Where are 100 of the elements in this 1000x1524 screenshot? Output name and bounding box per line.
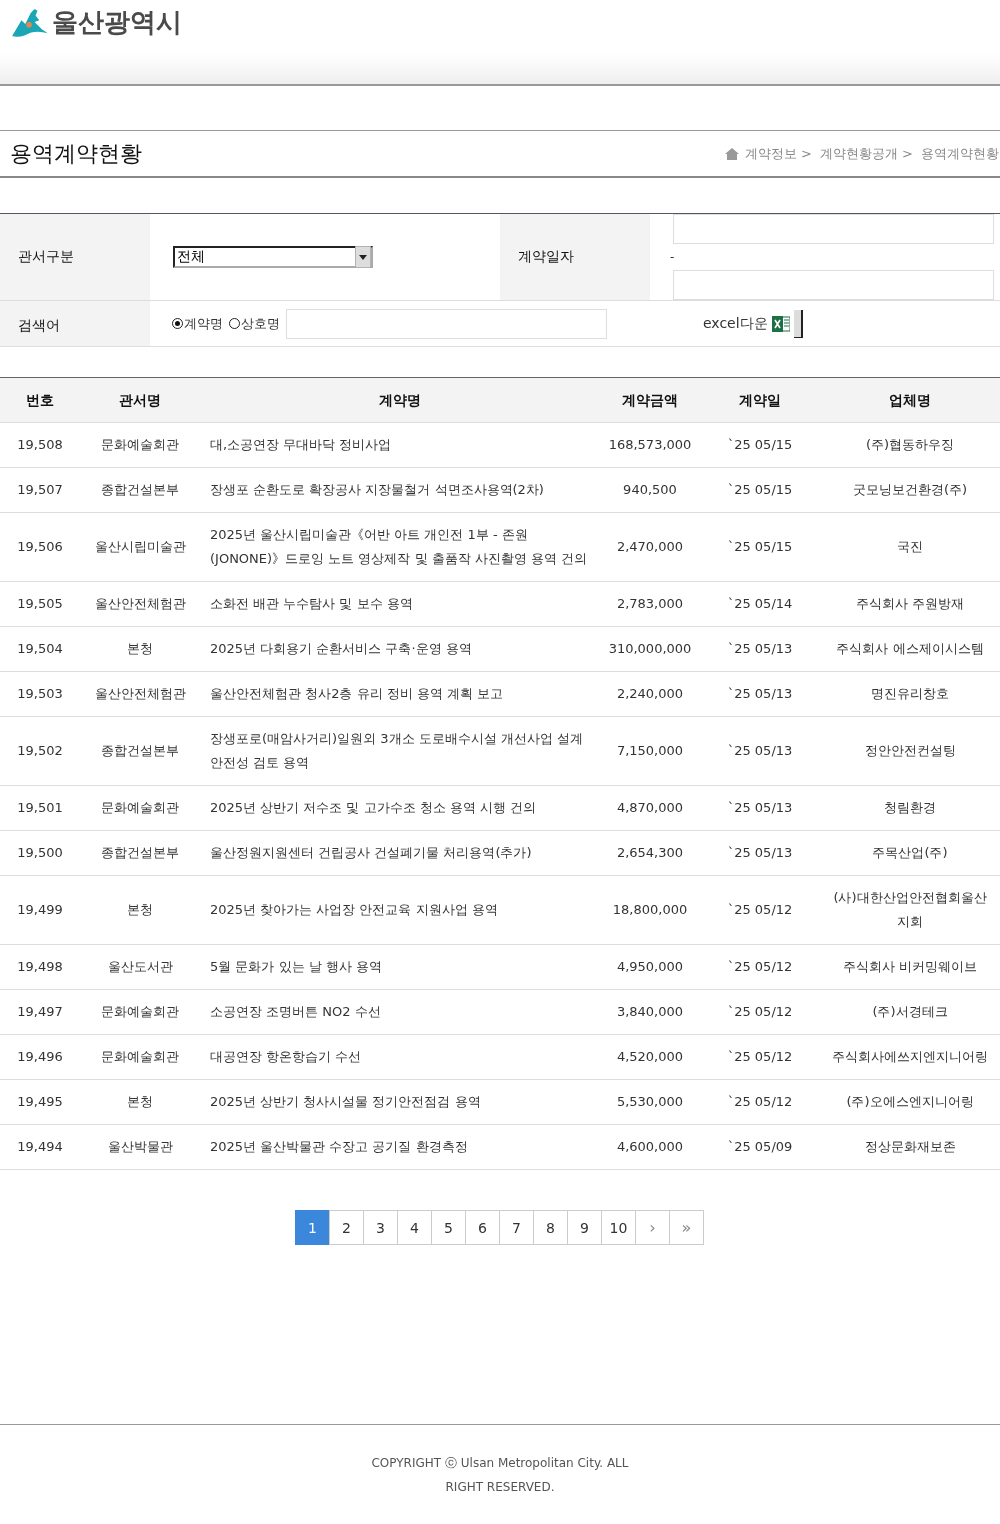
home-icon[interactable] bbox=[724, 147, 739, 160]
keyword-field[interactable] bbox=[286, 308, 607, 339]
table-cell-text: (주)협동하우징 bbox=[864, 436, 956, 454]
page-button[interactable]: 7 bbox=[499, 1210, 534, 1245]
contract-link[interactable]: 2025년 울산박물관 수장고 공기질 환경측정 bbox=[200, 1125, 600, 1169]
table-cell-text: `25 05/15 bbox=[726, 481, 794, 499]
table-cell-text: `25 05/12 bbox=[726, 958, 794, 976]
contract-link[interactable]: 울산안전체험관 청사2층 유리 정비 용역 계획 보고 bbox=[200, 672, 600, 716]
table-cell-text: 문화예술회관 bbox=[100, 1048, 180, 1066]
table-cell-text: 4,950,000 bbox=[615, 958, 685, 976]
start-date-field[interactable] bbox=[673, 214, 994, 244]
table-cell-text: 19,501 bbox=[16, 799, 64, 817]
page-button[interactable]: 10 bbox=[601, 1210, 636, 1245]
table-cell-text: 주식회사 비커밍웨이브 bbox=[841, 958, 979, 976]
table-cell-text: 19,503 bbox=[16, 685, 64, 703]
table-cell-text: 19,496 bbox=[16, 1048, 64, 1066]
contract-link[interactable]: 대,소공연장 무대바닥 정비사업 bbox=[200, 423, 600, 467]
table-cell-text: 3,840,000 bbox=[615, 1003, 685, 1021]
table-cell-text: 19,497 bbox=[16, 1003, 64, 1021]
scroll-handle[interactable] bbox=[793, 309, 803, 338]
table-cell-text: 본청 bbox=[126, 640, 154, 658]
column-header: 업체명 bbox=[888, 391, 932, 410]
table-cell-text: 940,500 bbox=[622, 481, 678, 499]
table-cell-text: (사)대한산업안전협회울산지회 bbox=[832, 889, 988, 931]
table-cell-text: 청림환경 bbox=[883, 799, 937, 817]
page-button[interactable]: 4 bbox=[397, 1210, 432, 1245]
last-page-button[interactable]: » bbox=[669, 1210, 704, 1245]
table-cell-text: 2,783,000 bbox=[615, 595, 685, 613]
contract-link[interactable]: 5월 문화가 있는 날 행사 용역 bbox=[200, 945, 600, 989]
table-cell-text: 19,499 bbox=[16, 901, 64, 919]
field-label: 검색어 bbox=[0, 301, 150, 346]
dept-select[interactable]: 전체 bbox=[173, 246, 373, 268]
page-button[interactable]: 3 bbox=[363, 1210, 398, 1245]
table-cell-text: 19,508 bbox=[16, 436, 64, 454]
table-cell-text: 2,654,300 bbox=[615, 844, 685, 862]
table-cell-text: 2,240,000 bbox=[615, 685, 685, 703]
next-page-button[interactable]: › bbox=[635, 1210, 670, 1245]
table-cell-text: `25 05/13 bbox=[726, 640, 794, 658]
table-cell-text: 울산안전체험관 bbox=[93, 685, 187, 703]
table-cell-text: 19,504 bbox=[16, 640, 64, 658]
copyright-text: COPYRIGHT ⓒ Ulsan Metropolitan City. ALL RIGHT RESERVED. bbox=[370, 1455, 630, 1496]
table-cell-text: 본청 bbox=[126, 901, 154, 919]
column-header: 번호 bbox=[25, 391, 55, 410]
table-cell-text: 종합건설본부 bbox=[100, 481, 180, 499]
contract-link[interactable]: 2025년 상반기 저수조 및 고가수조 청소 용역 시행 건의 bbox=[200, 786, 600, 830]
table-cell-text: 4,600,000 bbox=[615, 1138, 685, 1156]
logo-icon bbox=[10, 7, 48, 37]
table-cell-text: 울산박물관 bbox=[106, 1138, 174, 1156]
table-cell-text: `25 05/15 bbox=[726, 538, 794, 556]
excel-download-button[interactable]: excel다운 bbox=[703, 314, 768, 333]
site-name[interactable]: 울산광역시 bbox=[52, 4, 182, 40]
column-header: 관서명 bbox=[118, 391, 162, 410]
table-cell-text: 19,495 bbox=[16, 1093, 64, 1111]
table-cell-text: 19,506 bbox=[16, 538, 64, 556]
table-cell-text: 168,573,000 bbox=[607, 436, 693, 454]
contract-link[interactable]: 2025년 다회용기 순환서비스 구축·운영 용역 bbox=[200, 627, 600, 671]
table-cell-text: `25 05/09 bbox=[726, 1138, 794, 1156]
table-cell-text: 주식회사 에스제이시스템 bbox=[835, 640, 985, 658]
field-label: 관서구분 bbox=[0, 214, 150, 300]
breadcrumb-link[interactable]: 용역계약현황 bbox=[921, 144, 999, 163]
table-cell-text: 5,530,000 bbox=[615, 1093, 685, 1111]
page-button[interactable]: 6 bbox=[465, 1210, 500, 1245]
column-header: 계약금액 bbox=[621, 391, 679, 410]
contract-link[interactable]: 소화전 배관 누수탐사 및 보수 용역 bbox=[200, 582, 600, 626]
table-cell-text: 7,150,000 bbox=[615, 742, 685, 760]
field-label: 계약일자 bbox=[500, 214, 650, 300]
contract-link[interactable]: 2025년 상반기 청사시설물 정기안전점검 용역 bbox=[200, 1080, 600, 1124]
table-cell-text: `25 05/12 bbox=[726, 1003, 794, 1021]
table-cell-text: 정안안전컨설팅 bbox=[863, 742, 957, 760]
table-cell-text: `25 05/15 bbox=[726, 436, 794, 454]
page-button[interactable]: 1 bbox=[295, 1210, 330, 1245]
table-cell-text: (주)오에스엔지니어링 bbox=[845, 1093, 975, 1111]
page-title: 용역계약현황 bbox=[10, 139, 142, 168]
table-cell-text: 종합건설본부 bbox=[100, 844, 180, 862]
table-cell-text: 굿모닝보건환경(주) bbox=[851, 481, 969, 499]
breadcrumb-link[interactable]: 계약현황공개 > bbox=[819, 144, 913, 163]
page-button[interactable]: 2 bbox=[329, 1210, 364, 1245]
contract-link[interactable]: 울산정원지원센터 건립공사 건설폐기물 처리용역(추가) bbox=[200, 831, 600, 875]
table-cell-text: 19,507 bbox=[16, 481, 64, 499]
end-date-field[interactable] bbox=[673, 270, 994, 300]
contract-link[interactable]: 2025년 울산시립미술관《어반 아트 개인전 1부 - 존원(JONONE)》드로잉 노트 영상제작 및 출품작 사진촬영 용역 건의 bbox=[200, 513, 600, 581]
page-button[interactable]: 8 bbox=[533, 1210, 568, 1245]
table-cell-text: `25 05/13 bbox=[726, 685, 794, 703]
table-cell-text: 문화예술회관 bbox=[100, 799, 180, 817]
radio-option[interactable]: 계약명 bbox=[172, 314, 223, 333]
contract-link[interactable]: 소공연장 조명버튼 NO2 수선 bbox=[200, 990, 600, 1034]
contract-link[interactable]: 장생포로(매암사거리)일원외 3개소 도로배수시설 개선사업 설계안전성 검토 용역 bbox=[200, 717, 600, 785]
breadcrumb-link[interactable]: 계약정보 > bbox=[744, 144, 812, 163]
page-button[interactable]: 9 bbox=[567, 1210, 602, 1245]
contract-link[interactable]: 장생포 순환도로 확장공사 지장물철거 석면조사용역(2차) bbox=[200, 468, 600, 512]
page-button[interactable]: 5 bbox=[431, 1210, 466, 1245]
contract-link[interactable]: 2025년 찾아가는 사업장 안전교육 지원사업 용역 bbox=[200, 888, 600, 932]
radio-option[interactable]: 상호명 bbox=[229, 314, 280, 333]
table-cell-text: 19,505 bbox=[16, 595, 64, 613]
table-cell-text: `25 05/12 bbox=[726, 1048, 794, 1066]
table-cell-text: 정상문화재보존 bbox=[863, 1138, 957, 1156]
table-cell-text: 19,500 bbox=[16, 844, 64, 862]
contract-link[interactable]: 대공연장 항온항습기 수선 bbox=[200, 1035, 600, 1079]
table-cell-text: 문화예술회관 bbox=[100, 1003, 180, 1021]
table-cell-text: `25 05/12 bbox=[726, 901, 794, 919]
